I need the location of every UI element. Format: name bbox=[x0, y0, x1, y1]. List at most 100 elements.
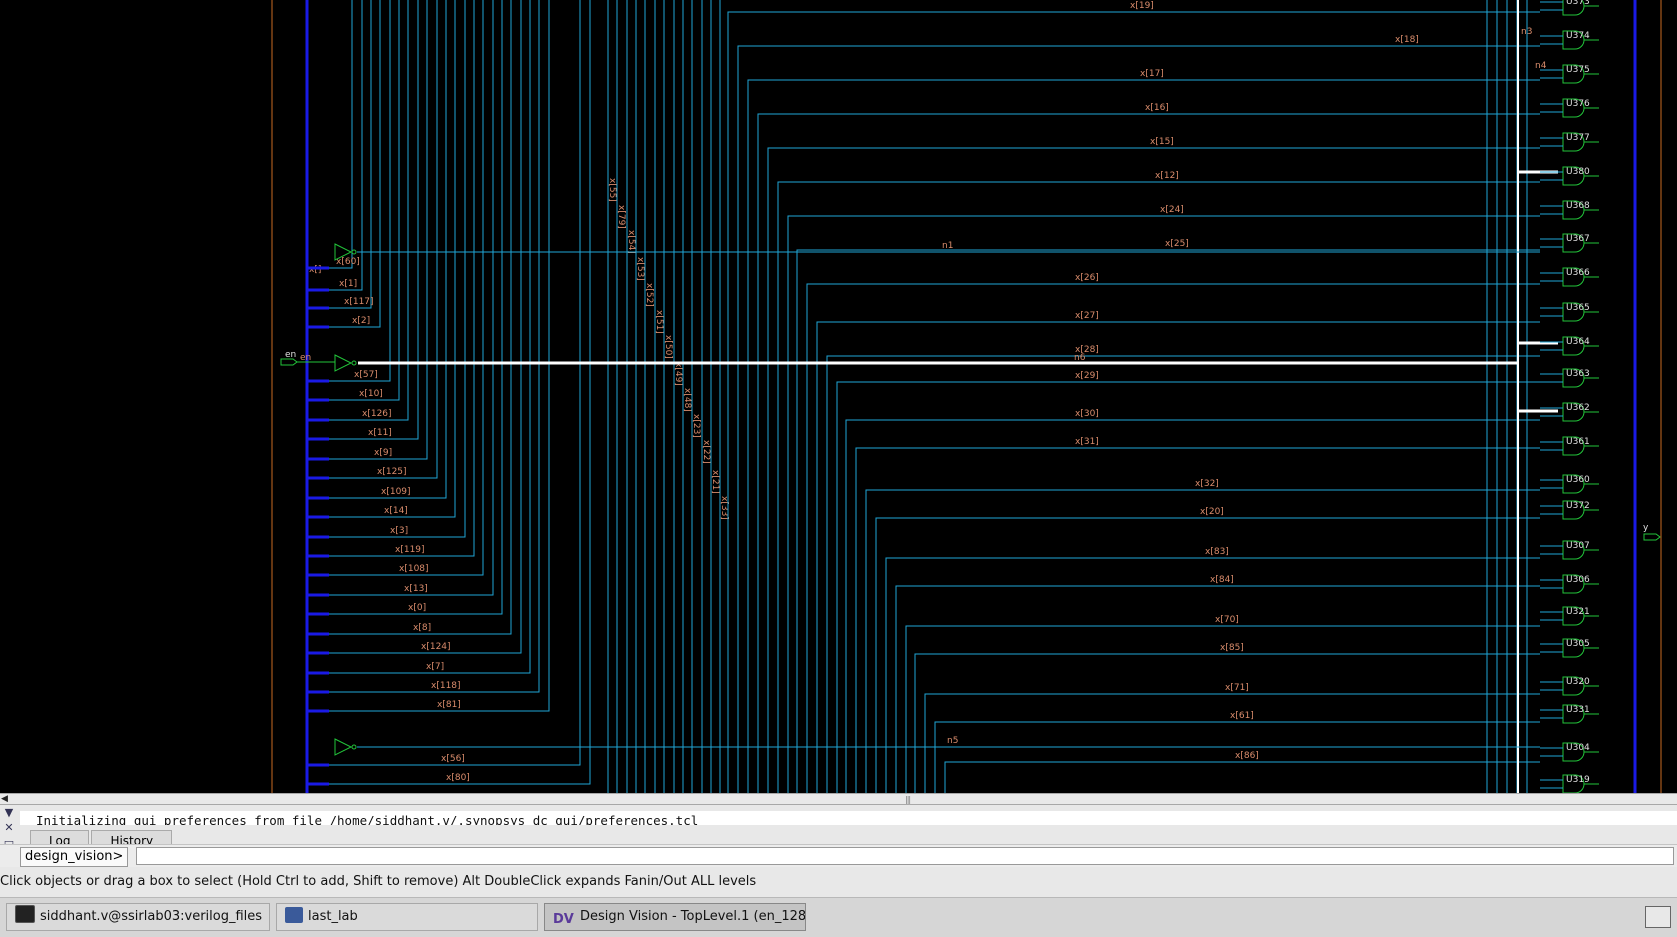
cell-label[interactable]: U373 bbox=[1566, 0, 1590, 7]
left-net-label[interactable]: x[109] bbox=[381, 487, 411, 497]
left-net-label[interactable]: x[9] bbox=[374, 448, 392, 458]
left-net-label[interactable]: x[60] bbox=[336, 257, 360, 267]
close-icon[interactable]: ✕ bbox=[0, 820, 18, 835]
left-net-label[interactable]: x[80] bbox=[446, 773, 470, 783]
right-net-wire[interactable] bbox=[796, 249, 1540, 793]
right-net-label[interactable]: x[31] bbox=[1075, 437, 1099, 447]
left-net-wire[interactable] bbox=[329, 0, 353, 269]
vertical-net-label[interactable]: x[50] bbox=[663, 335, 673, 359]
left-net-label[interactable]: x[124] bbox=[421, 642, 451, 652]
cell-label[interactable]: U319 bbox=[1566, 775, 1590, 785]
left-net-label[interactable]: x[14] bbox=[384, 506, 408, 516]
vertical-net-label[interactable]: x[79] bbox=[616, 205, 626, 229]
left-net-wire[interactable] bbox=[329, 0, 409, 421]
vertical-net-label[interactable]: x[22] bbox=[701, 440, 711, 464]
cell-label[interactable]: U321 bbox=[1566, 607, 1590, 617]
cell-label[interactable]: U367 bbox=[1566, 234, 1590, 244]
left-net-wire[interactable] bbox=[329, 0, 381, 328]
buffer-bubble[interactable] bbox=[351, 744, 357, 750]
output-port-icon[interactable] bbox=[1643, 533, 1661, 541]
left-net-label[interactable]: x[13] bbox=[404, 584, 428, 594]
left-net-label[interactable]: x[126] bbox=[362, 409, 392, 419]
cell-label[interactable]: U331 bbox=[1566, 705, 1590, 715]
vertical-net-label[interactable]: x[55] bbox=[607, 178, 617, 202]
left-net-label[interactable]: x[8] bbox=[413, 623, 431, 633]
right-net-wire[interactable] bbox=[914, 653, 1540, 793]
vertical-net-label[interactable]: x[52] bbox=[644, 283, 654, 307]
right-net-label[interactable]: x[16] bbox=[1145, 103, 1169, 113]
cell-label[interactable]: U363 bbox=[1566, 369, 1590, 379]
show-desktop-button[interactable] bbox=[1645, 906, 1671, 928]
net-n5-label[interactable]: n5 bbox=[947, 736, 958, 746]
right-net-wire[interactable] bbox=[944, 761, 1540, 793]
right-net-wire[interactable] bbox=[747, 79, 1540, 793]
left-net-wire[interactable] bbox=[329, 0, 447, 499]
right-net-label[interactable]: x[19] bbox=[1130, 1, 1154, 11]
right-net-label[interactable]: x[85] bbox=[1220, 643, 1244, 653]
right-net-label[interactable]: x[20] bbox=[1200, 507, 1224, 517]
vertical-net-label[interactable]: x[51] bbox=[654, 310, 664, 334]
left-net-label[interactable]: x[11] bbox=[368, 428, 392, 438]
right-net-label[interactable]: x[70] bbox=[1215, 615, 1239, 625]
scroll-left-arrow-icon[interactable]: ◀ bbox=[1, 794, 8, 804]
right-net-wire[interactable] bbox=[777, 181, 1540, 793]
vertical-net-label[interactable]: x[54] bbox=[626, 230, 636, 254]
right-net-label[interactable]: x[18] bbox=[1395, 35, 1419, 45]
right-net-wire[interactable] bbox=[806, 283, 1540, 793]
command-input[interactable] bbox=[136, 847, 1674, 865]
left-net-label[interactable]: x[7] bbox=[426, 662, 444, 672]
right-net-label[interactable]: x[27] bbox=[1075, 311, 1099, 321]
right-net-wire[interactable] bbox=[875, 517, 1540, 793]
cell-label[interactable]: U375 bbox=[1566, 65, 1590, 75]
right-net-wire[interactable] bbox=[836, 381, 1540, 793]
left-net-wire[interactable] bbox=[329, 0, 503, 615]
taskbar-item-design-vision[interactable]: DV Design Vision - TopLevel.1 (en_128) bbox=[544, 903, 806, 931]
left-net-wire[interactable] bbox=[329, 0, 438, 479]
tab-history[interactable]: History bbox=[91, 830, 173, 844]
right-net-wire[interactable] bbox=[787, 215, 1540, 793]
right-net-label[interactable]: x[17] bbox=[1140, 69, 1164, 79]
cell-label[interactable]: U361 bbox=[1566, 437, 1590, 447]
net-n6-label[interactable]: n6 bbox=[1074, 353, 1086, 363]
en-port-label[interactable]: en bbox=[285, 350, 296, 360]
right-net-label[interactable]: x[15] bbox=[1150, 137, 1174, 147]
right-net-wire[interactable] bbox=[727, 11, 1540, 793]
horizontal-scrollbar[interactable]: ◀ ||| bbox=[0, 793, 1677, 805]
right-net-label[interactable]: x[24] bbox=[1160, 205, 1184, 215]
output-port-label[interactable]: y bbox=[1643, 523, 1649, 533]
vertical-net-label[interactable]: x[49] bbox=[673, 362, 683, 386]
buffer-gate[interactable] bbox=[334, 738, 353, 756]
cell-label[interactable]: U360 bbox=[1566, 475, 1590, 485]
right-net-wire[interactable] bbox=[885, 557, 1540, 793]
right-net-label[interactable]: x[61] bbox=[1230, 711, 1254, 721]
cell-label[interactable]: U320 bbox=[1566, 677, 1590, 687]
left-net-label[interactable]: x[125] bbox=[377, 467, 407, 477]
left-net-label[interactable]: x[1] bbox=[339, 279, 357, 289]
net-n1-label[interactable]: n1 bbox=[942, 241, 953, 251]
vertical-net-label[interactable]: x[48] bbox=[682, 388, 692, 412]
left-net-wire[interactable] bbox=[329, 0, 531, 674]
taskbar-item-last-lab[interactable]: last_lab bbox=[276, 903, 538, 931]
scroll-grip-icon[interactable]: ||| bbox=[905, 795, 911, 804]
cell-label[interactable]: U306 bbox=[1566, 575, 1590, 585]
left-net-label[interactable]: x[3] bbox=[390, 526, 408, 536]
cell-label[interactable]: U380 bbox=[1566, 167, 1590, 177]
right-net-label[interactable]: x[84] bbox=[1210, 575, 1234, 585]
right-net-label[interactable]: x[83] bbox=[1205, 547, 1229, 557]
left-net-label[interactable]: x[2] bbox=[352, 316, 370, 326]
vertical-net-label[interactable]: x[23] bbox=[691, 414, 701, 438]
buffer-gate-en[interactable] bbox=[334, 354, 353, 372]
left-net-label[interactable]: x[119] bbox=[395, 545, 425, 555]
buffer-bubble[interactable] bbox=[351, 360, 357, 366]
left-net-label[interactable]: x[108] bbox=[399, 564, 429, 574]
left-net-label[interactable]: x[0] bbox=[408, 603, 426, 613]
right-net-label[interactable]: x[30] bbox=[1075, 409, 1099, 419]
cell-label[interactable]: U305 bbox=[1566, 639, 1590, 649]
cell-label[interactable]: U368 bbox=[1566, 201, 1590, 211]
left-net-wire[interactable] bbox=[329, 0, 363, 291]
right-net-wire[interactable] bbox=[924, 693, 1540, 793]
right-net-label[interactable]: x[86] bbox=[1235, 751, 1259, 761]
left-net-label[interactable]: x[57] bbox=[354, 370, 378, 380]
left-net-label[interactable]: x[10] bbox=[359, 389, 383, 399]
right-net-wire[interactable] bbox=[865, 489, 1540, 793]
